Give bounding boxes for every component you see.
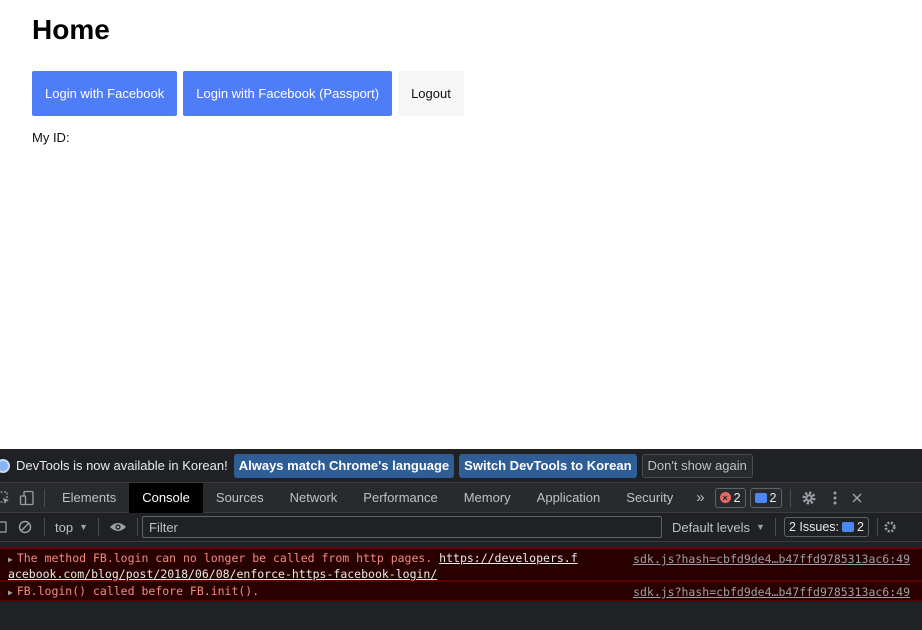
toolbar-divider: [44, 518, 45, 536]
filter-input[interactable]: [142, 516, 662, 538]
info-icon: [0, 458, 10, 473]
issues-badge[interactable]: 2 Issues: 2: [783, 517, 869, 537]
issues-count: 2: [857, 520, 864, 534]
console-filterbar: top ▼ Default levels ▼ 2 Issues: 2: [0, 513, 922, 542]
console-output: ▶ The method FB.login can no longer be ca…: [0, 542, 922, 630]
infobar-text: DevTools is now available in Korean!: [16, 458, 228, 473]
login-facebook-passport-button[interactable]: Login with Facebook (Passport): [183, 71, 393, 116]
source-link[interactable]: sdk.js?hash=cbfd9de4…b47ffd9785313ac6:49: [633, 552, 910, 566]
tab-application[interactable]: Application: [524, 483, 614, 513]
chevron-down-icon: ▼: [79, 522, 88, 532]
always-match-language-button[interactable]: Always match Chrome's language: [233, 453, 455, 478]
gear-icon[interactable]: [795, 483, 823, 513]
my-id-label: My ID:: [32, 130, 70, 145]
chevron-down-icon: ▼: [756, 522, 765, 532]
clear-console-icon[interactable]: [10, 512, 40, 542]
button-row: Login with Facebook Login with Facebook …: [32, 71, 464, 116]
toolbar-divider: [774, 518, 776, 536]
page-title: Home: [32, 14, 110, 45]
more-tabs-icon[interactable]: »: [686, 483, 714, 513]
context-selector[interactable]: top ▼: [49, 520, 94, 535]
console-error-message[interactable]: ▶ The method FB.login can no longer be ca…: [0, 548, 922, 581]
expand-triangle-icon[interactable]: ▶: [8, 588, 13, 597]
context-value: top: [55, 519, 74, 535]
error-count-badge[interactable]: × 2: [714, 487, 746, 508]
login-facebook-button[interactable]: Login with Facebook: [32, 71, 178, 116]
toolbar-divider: [44, 488, 45, 507]
tab-sources[interactable]: Sources: [203, 483, 277, 513]
inspect-element-icon[interactable]: [0, 483, 14, 513]
devtools-infobar: DevTools is now available in Korean! Alw…: [0, 449, 922, 483]
message-icon: [754, 492, 767, 503]
message-count: 2: [769, 490, 777, 505]
logout-button[interactable]: Logout: [398, 71, 464, 116]
error-count: 2: [733, 490, 741, 505]
error-link[interactable]: https://developers.f: [439, 551, 577, 565]
error-link-continued[interactable]: acebook.com/blog/post/2018/06/08/enforce…: [8, 567, 692, 581]
tab-console[interactable]: Console: [129, 482, 203, 513]
tab-memory[interactable]: Memory: [451, 483, 524, 513]
tab-security[interactable]: Security: [613, 483, 686, 513]
toolbar-divider: [137, 518, 138, 536]
kebab-menu-icon[interactable]: [823, 483, 847, 513]
message-count-badge[interactable]: 2: [749, 487, 782, 508]
devtools-panel: DevTools is now available in Korean! Alw…: [0, 449, 922, 630]
message-icon: [842, 522, 854, 532]
source-link[interactable]: sdk.js?hash=cbfd9de4…b47ffd9785313ac6:49: [633, 585, 910, 599]
tab-performance[interactable]: Performance: [350, 483, 450, 513]
switch-to-korean-button[interactable]: Switch DevTools to Korean: [459, 453, 637, 478]
toolbar-divider: [98, 518, 99, 536]
page-content: Home Login with Facebook Login with Face…: [0, 0, 922, 449]
eye-icon[interactable]: [103, 512, 133, 542]
toolbar-divider: [876, 518, 878, 536]
tab-elements[interactable]: Elements: [49, 483, 129, 513]
error-text: The method FB.login can no longer be cal…: [16, 551, 440, 565]
console-error-message[interactable]: ▶ FB.login() called before FB.init(). sdk…: [0, 581, 922, 601]
expand-triangle-icon[interactable]: ▶: [8, 555, 13, 564]
error-icon: ×: [719, 492, 731, 503]
tab-network[interactable]: Network: [277, 483, 351, 513]
console-settings-gear-icon[interactable]: [882, 512, 898, 542]
devtools-tabbar: Elements Console Sources Network Perform…: [0, 482, 922, 513]
sidebar-toggle-icon[interactable]: [0, 512, 10, 542]
toolbar-divider: [789, 488, 791, 507]
close-icon[interactable]: [847, 483, 867, 513]
log-levels-dropdown[interactable]: Default levels ▼: [666, 520, 771, 535]
error-text: FB.login() called before FB.init().: [16, 584, 260, 598]
issues-label: 2 Issues:: [788, 520, 839, 534]
log-levels-value: Default levels: [672, 519, 751, 535]
device-toolbar-icon[interactable]: [14, 483, 40, 513]
dont-show-again-button[interactable]: Don't show again: [641, 453, 753, 478]
